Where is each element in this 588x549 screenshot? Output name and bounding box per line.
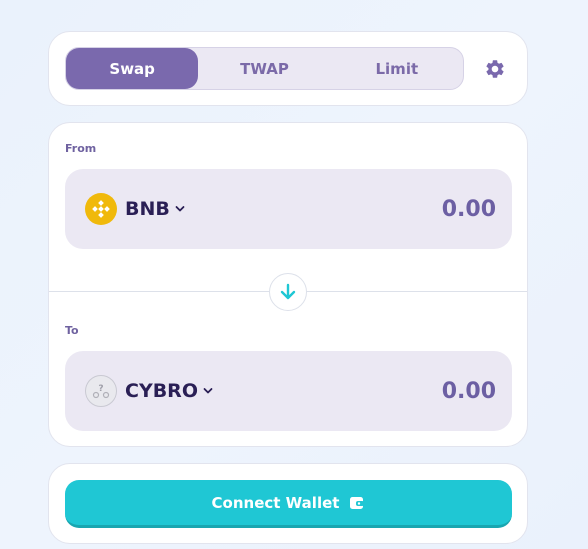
tab-limit[interactable]: Limit (331, 48, 463, 89)
from-amount-input[interactable] (296, 193, 496, 225)
mode-tabs: Swap TWAP Limit (65, 47, 464, 90)
tab-twap[interactable]: TWAP (198, 48, 330, 89)
from-token-name: BNB (125, 198, 170, 220)
svg-text:?: ? (98, 384, 103, 394)
from-token-box: BNB (65, 169, 512, 249)
settings-button[interactable] (483, 57, 507, 81)
from-token-select[interactable]: BNB (85, 193, 185, 225)
tab-swap[interactable]: Swap (66, 48, 199, 89)
chevron-down-icon (203, 386, 213, 396)
arrow-down-icon (280, 283, 296, 300)
connect-wallet-button[interactable]: Connect Wallet (65, 480, 512, 528)
bnb-token-icon (85, 193, 117, 225)
chevron-down-icon (175, 204, 185, 214)
switch-direction-button[interactable] (269, 273, 307, 311)
gear-icon (486, 60, 504, 78)
to-label: To (65, 324, 79, 337)
connect-card: Connect Wallet (48, 463, 528, 544)
to-amount-input[interactable] (296, 375, 496, 407)
to-token-box: ? CYBRO (65, 351, 512, 431)
to-token-select[interactable]: ? CYBRO (85, 375, 213, 407)
wallet-icon (349, 495, 365, 511)
unknown-token-icon: ? (85, 375, 117, 407)
from-label: From (65, 142, 97, 155)
to-token-name: CYBRO (125, 380, 198, 402)
mode-selector-card: Swap TWAP Limit (48, 31, 528, 106)
swap-card: From BNB 0.00 To ? CYBRO 0.00 (48, 122, 528, 447)
connect-wallet-label: Connect Wallet (211, 493, 340, 512)
